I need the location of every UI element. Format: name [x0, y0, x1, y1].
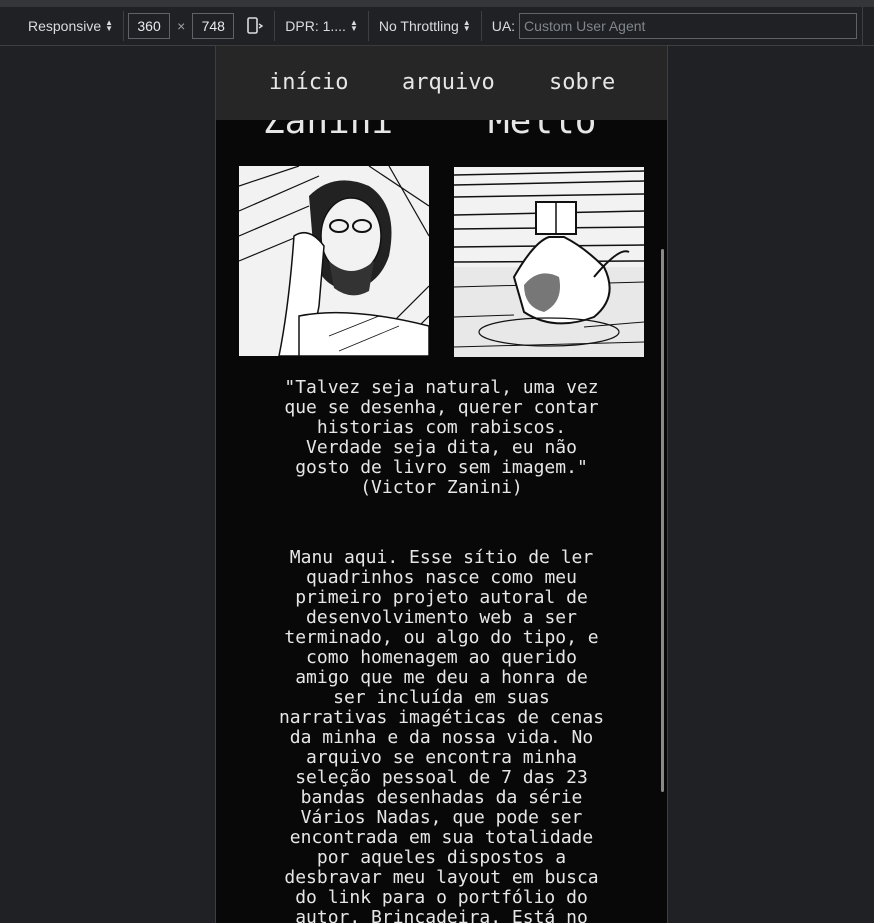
toolbar-edge-divider: [862, 7, 863, 45]
separator: [123, 11, 125, 41]
window-top-strip: [0, 0, 874, 7]
select-arrows-icon: ▲ ▼: [349, 18, 358, 33]
width-input[interactable]: [128, 13, 171, 39]
separator: [274, 11, 276, 41]
site-nav: início arquivo sobre: [216, 45, 667, 120]
ua-label: UA:: [491, 18, 516, 34]
separator: [367, 11, 369, 41]
dpr-select[interactable]: DPR: 1.... ▲ ▼: [279, 13, 364, 39]
throttling-select[interactable]: No Throttling ▲ ▼: [373, 13, 477, 39]
portrait-zanini: [239, 166, 429, 356]
nav-link-arquivo[interactable]: arquivo: [402, 70, 495, 95]
select-arrows-icon: ▲ ▼: [105, 18, 114, 33]
nav-link-inicio[interactable]: início: [269, 70, 348, 95]
user-agent-input[interactable]: [519, 13, 858, 39]
throttling-label: No Throttling: [378, 18, 459, 34]
about-text: Manu aqui. Esse sítio de ler quadrinhos …: [278, 547, 605, 923]
nav-link-sobre[interactable]: sobre: [549, 70, 615, 95]
device-viewport: início arquivo sobre Zanini Mello "Talve…: [215, 45, 668, 923]
quote-text: "Talvez seja natural, uma vez que se des…: [284, 377, 599, 498]
dimension-times: ×: [177, 18, 186, 34]
portrait-mello-reading: [454, 167, 644, 357]
device-mode-select[interactable]: Responsive ▲ ▼: [22, 13, 119, 39]
separator: [480, 11, 482, 41]
height-input[interactable]: [192, 13, 235, 39]
dpr-label: DPR: 1....: [285, 18, 346, 34]
device-toolbar: Responsive ▲▼ × DPR: 1.... ▲▼ No Throttl…: [0, 7, 874, 46]
rotate-icon[interactable]: [240, 13, 270, 39]
device-mode-label: Responsive: [28, 18, 102, 34]
scrollbar[interactable]: [661, 249, 664, 792]
select-arrows-icon: ▲ ▼: [462, 18, 471, 33]
